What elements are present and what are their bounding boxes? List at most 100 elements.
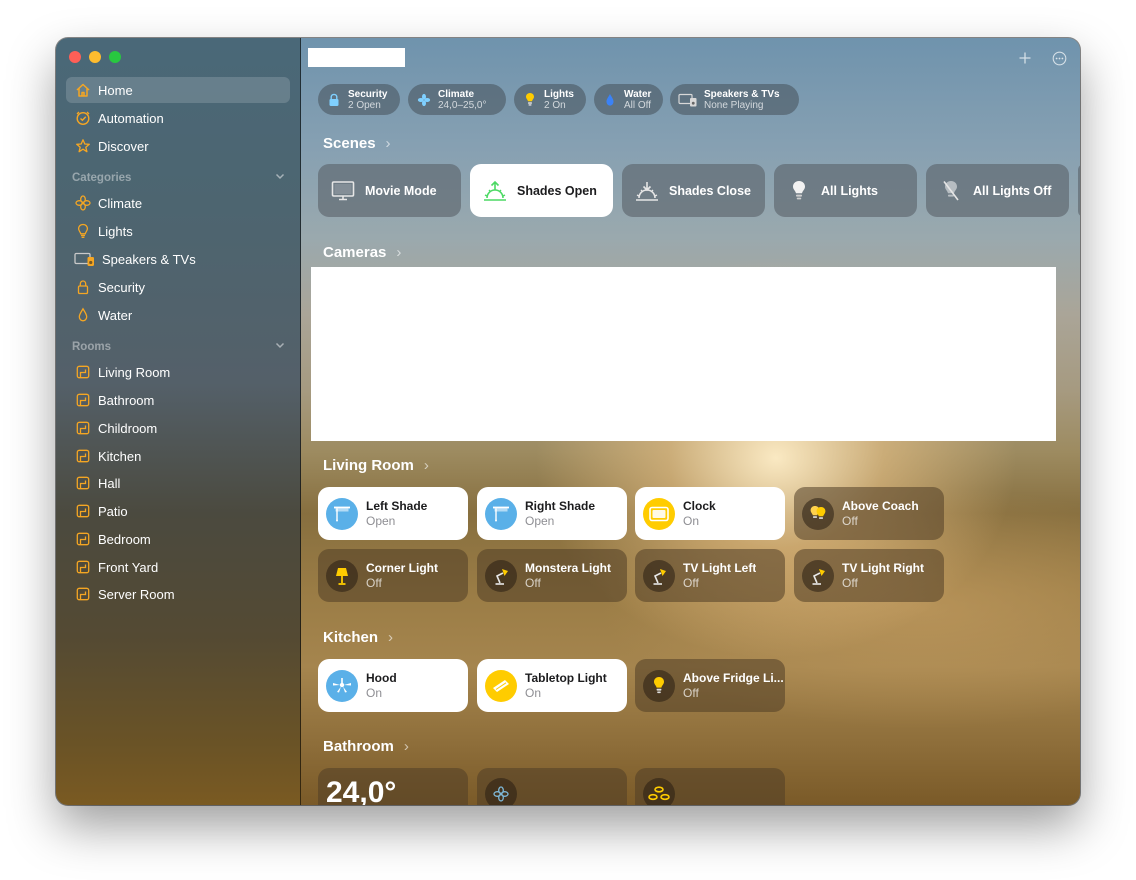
close-window-button[interactable] [69,51,81,63]
bathroom-title: Bathroom [323,738,394,755]
sidebar-item-home[interactable]: Home [66,77,290,103]
accessory-tile-bathroom-fan[interactable] [477,768,627,805]
living-room-section-header[interactable]: Living Room › [323,457,429,474]
sidebar-item-label: Lights [98,223,133,239]
accessory-tile-right-shade[interactable]: Right Shade Open [477,487,627,540]
sidebar-item-lights[interactable]: Lights [66,218,290,244]
tile-name: Monstera Light [525,560,611,575]
sidebar-item-bathroom[interactable]: Bathroom [66,387,290,413]
accessory-tile-tabletop-light[interactable]: Tabletop Light On [477,659,627,712]
temperature-value: 24,0° [326,776,397,805]
accessory-tile-tv-light-right[interactable]: TV Light Right Off [794,549,944,602]
sunrise-icon [482,178,508,204]
cameras-section-header[interactable]: Cameras › [323,244,401,261]
tile-status: Off [683,575,699,590]
chevron-right-icon: › [423,457,429,474]
camera-feed[interactable] [311,267,1056,441]
sidebar-item-label: Climate [98,195,143,211]
minimize-window-button[interactable] [89,51,101,63]
tile-name: Tabletop Light [525,670,607,685]
lightbulb-slash-icon [938,178,964,204]
scene-shades-close[interactable]: Shades Close [622,164,765,217]
fan-icon [74,194,92,212]
tv-speaker-icon [74,250,96,268]
sidebar: Home Automation Discover Categories Clim… [56,38,301,805]
sidebar-item-security[interactable]: Security [66,274,290,300]
accessory-tile-monstera-light[interactable]: Monstera Light Off [477,549,627,602]
chevron-down-icon[interactable] [274,169,286,187]
accessory-tile-left-shade[interactable]: Left Shade Open [318,487,468,540]
tile-name: Left Shade [366,498,428,513]
accessory-tile-bathroom-lights[interactable] [635,768,785,805]
sunset-icon [634,178,660,204]
sidebar-item-front-yard[interactable]: Front Yard [66,554,290,580]
plus-icon[interactable] [1016,49,1034,67]
sidebar-item-bedroom[interactable]: Bedroom [66,526,290,552]
sidebar-item-label: Bathroom [98,392,155,408]
scene-movie-mode[interactable]: Movie Mode [318,164,461,217]
categories-header[interactable]: Categories [72,169,286,187]
status-chip-climate[interactable]: Climate 24,0–25,0° [408,84,506,115]
fan-icon [416,92,432,108]
kitchen-section-header[interactable]: Kitchen › [323,629,393,646]
accessory-tile-tv-light-left[interactable]: TV Light Left Off [635,549,785,602]
accessory-tile-above-fridge-light[interactable]: Above Fridge Li... Off [635,659,785,712]
lock-icon [326,92,342,108]
sidebar-item-label: Home [98,82,133,98]
accessory-tile-bathroom-thermometer[interactable]: 24,0° [318,768,468,805]
sidebar-item-label: Server Room [98,586,175,602]
scene-overflow-partial[interactable] [1078,164,1080,217]
status-chip-water[interactable]: Water All Off [594,84,663,115]
desk-lamp-icon [485,559,517,592]
chip-title: Lights [544,88,574,100]
room-icon [74,585,92,603]
chevron-down-icon[interactable] [274,338,286,356]
chevron-right-icon: › [385,135,391,152]
tile-status: Open [525,513,555,528]
tile-status: Off [366,575,382,590]
lightbulb-icon [522,92,538,108]
scene-shades-open[interactable]: Shades Open [470,164,613,217]
sidebar-item-climate[interactable]: Climate [66,190,290,216]
sidebar-item-server-room[interactable]: Server Room [66,581,290,607]
tile-name: Clock [683,498,716,513]
scene-all-lights-off[interactable]: All Lights Off [926,164,1069,217]
chip-title: Water [624,88,652,100]
status-chip-security[interactable]: Security 2 Open [318,84,400,115]
status-chip-lights[interactable]: Lights 2 On [514,84,586,115]
ellipsis-circle-icon[interactable] [1050,49,1068,67]
sidebar-item-living-room[interactable]: Living Room [66,359,290,385]
recessed-lights-icon [643,778,675,805]
sidebar-item-discover[interactable]: Discover [66,133,290,159]
tile-status: Off [842,513,858,528]
zoom-window-button[interactable] [109,51,121,63]
bathroom-section-header[interactable]: Bathroom › [323,738,409,755]
sidebar-item-automation[interactable]: Automation [66,105,290,131]
accessory-tile-hood[interactable]: Hood On [318,659,468,712]
scenes-section-header[interactable]: Scenes › [323,135,391,152]
room-icon [74,558,92,576]
sidebar-item-water[interactable]: Water [66,302,290,328]
sidebar-item-patio[interactable]: Patio [66,498,290,524]
sidebar-item-label: Automation [98,110,164,126]
star-icon [74,137,92,155]
scene-label: Shades Open [517,183,597,198]
chip-title: Speakers & TVs [704,88,780,100]
chip-subtitle: 24,0–25,0° [438,99,487,111]
accessory-tile-corner-light[interactable]: Corner Light Off [318,549,468,602]
sidebar-item-speakers-tvs[interactable]: Speakers & TVs [66,246,290,272]
status-chip-speakers-tvs[interactable]: Speakers & TVs None Playing [670,84,799,115]
accessory-tile-above-coach[interactable]: Above Coach Off [794,487,944,540]
sidebar-item-label: Patio [98,503,128,519]
room-icon [74,530,92,548]
desk-lamp-icon [802,559,834,592]
scene-all-lights[interactable]: All Lights [774,164,917,217]
accessory-tile-clock[interactable]: Clock On [635,487,785,540]
room-icon [74,419,92,437]
rooms-header[interactable]: Rooms [72,338,286,356]
tile-name: Above Coach [842,498,919,513]
sidebar-item-childroom[interactable]: Childroom [66,415,290,441]
sidebar-item-kitchen[interactable]: Kitchen [66,443,290,469]
sidebar-item-hall[interactable]: Hall [66,470,290,496]
tile-name: Above Fridge Li... [683,670,784,685]
